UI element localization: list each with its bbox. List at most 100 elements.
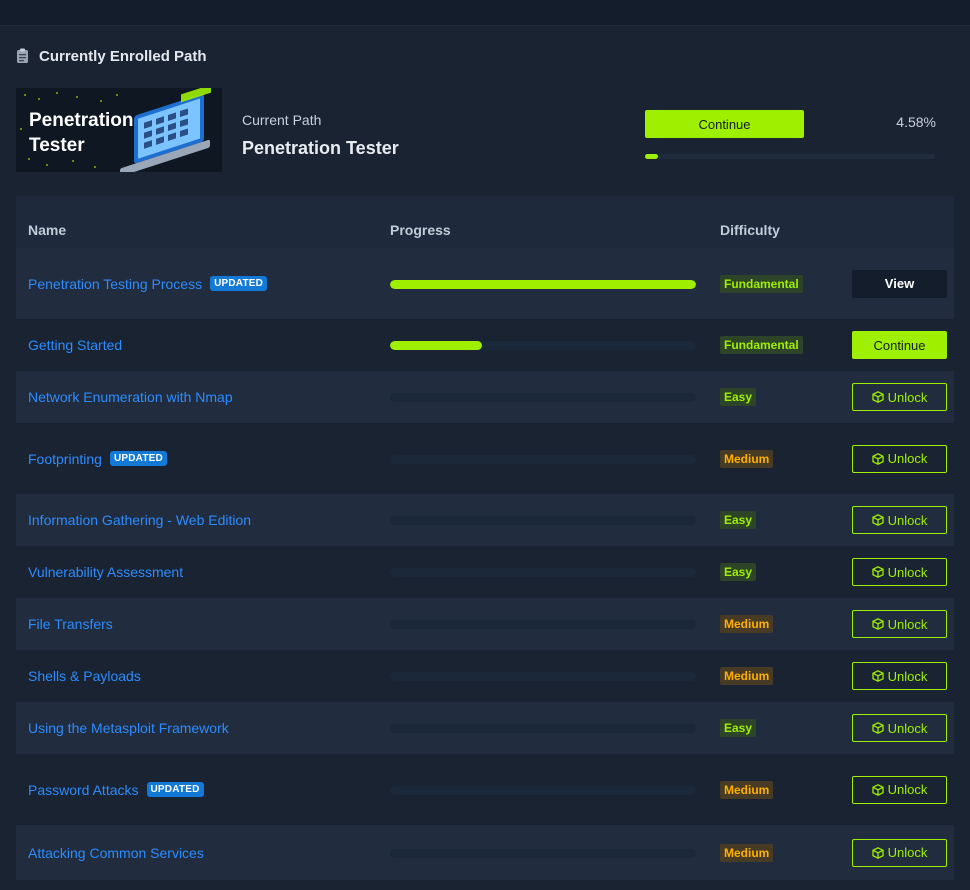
action-label: Unlock: [887, 720, 928, 736]
path-progress-percent: 4.58%: [896, 114, 936, 130]
table-row: Network Enumeration with Nmap Easy Unlock: [16, 371, 954, 423]
module-link[interactable]: Getting Started: [28, 337, 122, 353]
view-button[interactable]: View: [852, 269, 947, 298]
module-name-cell: Footprinting UPDATED: [28, 451, 167, 467]
module-progress-fill: [390, 279, 696, 289]
action-label: Unlock: [887, 782, 928, 797]
module-progress-bar: [390, 672, 696, 681]
difficulty-badge: Medium: [720, 615, 774, 633]
module-progress-bar: [390, 279, 696, 289]
difficulty-badge: Medium: [720, 780, 774, 799]
module-name-cell: Information Gathering - Web Edition: [28, 512, 251, 528]
action-label: Unlock: [887, 616, 928, 632]
unlock-button[interactable]: Unlock: [852, 610, 947, 638]
action-label: Continue: [873, 337, 926, 353]
module-name-cell: Using the Metasploit Framework: [28, 720, 229, 736]
continue-button[interactable]: Continue: [852, 331, 947, 359]
module-link[interactable]: Network Enumeration with Nmap: [28, 389, 233, 405]
difficulty-badge: Medium: [720, 667, 774, 685]
cube-icon: [871, 452, 884, 465]
module-name-cell: File Transfers: [28, 616, 113, 632]
cube-icon: [871, 566, 884, 578]
module-progress-bar: [390, 848, 696, 858]
cube-icon: [871, 722, 884, 734]
header-difficulty: Difficulty: [720, 222, 780, 238]
module-progress-fill: [390, 341, 482, 350]
section-title: Currently Enrolled Path: [39, 47, 207, 65]
cube-icon: [871, 783, 884, 796]
header-progress: Progress: [390, 222, 451, 238]
module-name-cell: Attacking Common Services: [28, 845, 204, 861]
table-row: Footprinting UPDATED Medium Unlock: [16, 423, 954, 494]
module-link[interactable]: Using the Metasploit Framework: [28, 720, 229, 736]
table-row: Password Attacks UPDATED Medium Unlock: [16, 754, 954, 825]
module-link[interactable]: Penetration Testing Process: [28, 276, 202, 292]
table-row: Information Gathering - Web Edition Easy U…: [16, 494, 954, 546]
action-label: Unlock: [887, 668, 928, 684]
cube-icon: [871, 846, 884, 859]
cube-icon: [871, 514, 884, 526]
module-link[interactable]: Information Gathering - Web Edition: [28, 512, 251, 528]
continue-path-button[interactable]: Continue: [645, 110, 804, 138]
action-label: View: [884, 276, 915, 291]
cube-icon: [871, 846, 884, 859]
difficulty-badge: Easy: [720, 511, 757, 529]
module-progress-bar: [390, 620, 696, 629]
module-name-cell: Shells & Payloads: [28, 668, 141, 684]
cube-icon: [871, 618, 884, 630]
module-link[interactable]: Password Attacks: [28, 782, 139, 798]
updated-badge: UPDATED: [146, 782, 204, 797]
module-progress-bar: [390, 341, 696, 350]
path-progress-fill: [645, 154, 659, 159]
table-row: Penetration Testing Process UPDATED Fundam…: [16, 248, 954, 319]
difficulty-badge: Easy: [720, 563, 757, 581]
updated-badge: UPDATED: [210, 276, 268, 291]
action-label: Unlock: [887, 564, 928, 580]
table-row: Shells & Payloads Medium Unlock: [16, 650, 954, 702]
module-name-cell: Network Enumeration with Nmap: [28, 389, 233, 405]
module-link[interactable]: Shells & Payloads: [28, 668, 141, 684]
module-link[interactable]: Vulnerability Assessment: [28, 564, 183, 580]
module-name-cell: Vulnerability Assessment: [28, 564, 183, 580]
table-header: Name Progress Difficulty: [16, 196, 954, 248]
difficulty-badge: Fundamental: [720, 336, 803, 354]
clipboard-icon: [16, 48, 29, 64]
current-path-label: Current Path: [242, 112, 322, 128]
current-path-name: Penetration Tester: [242, 138, 399, 158]
action-label: Unlock: [887, 389, 928, 405]
module-progress-bar: [390, 393, 696, 402]
table-row: Vulnerability Assessment Easy Unlock: [16, 546, 954, 598]
cube-icon: [871, 566, 884, 578]
unlock-button[interactable]: Unlock: [852, 558, 947, 586]
module-name-cell: Penetration Testing Process UPDATED: [28, 276, 268, 292]
module-link[interactable]: Footprinting: [28, 451, 102, 467]
module-progress-bar: [390, 454, 696, 464]
path-banner-image[interactable]: Penetration Tester: [16, 88, 222, 172]
module-link[interactable]: Attacking Common Services: [28, 845, 204, 861]
module-progress-bar: [390, 724, 696, 733]
difficulty-badge: Medium: [720, 449, 774, 468]
cube-icon: [871, 391, 884, 403]
cube-icon: [871, 391, 884, 403]
unlock-button[interactable]: Unlock: [852, 662, 947, 690]
table-row: Using the Metasploit Framework Easy Unlock: [16, 702, 954, 754]
header-name: Name: [28, 222, 67, 238]
cube-icon: [871, 722, 884, 734]
unlock-button[interactable]: Unlock: [852, 714, 947, 742]
unlock-button[interactable]: Unlock: [852, 838, 947, 867]
module-name-cell: Getting Started: [28, 337, 122, 353]
module-progress-bar: [390, 568, 696, 577]
path-progress-bar: [645, 154, 935, 159]
table-row: Attacking Common Services Medium Unlock: [16, 825, 954, 880]
table-row: File Transfers Medium Unlock: [16, 598, 954, 650]
unlock-button[interactable]: Unlock: [852, 775, 947, 804]
unlock-button[interactable]: Unlock: [852, 444, 947, 473]
cube-icon: [871, 783, 884, 796]
section-header: Currently Enrolled Path: [16, 46, 207, 66]
cube-icon: [871, 452, 884, 465]
updated-badge: UPDATED: [109, 451, 167, 466]
module-link[interactable]: File Transfers: [28, 616, 113, 632]
unlock-button[interactable]: Unlock: [852, 383, 947, 411]
banner-title: Penetration Tester: [29, 110, 134, 156]
unlock-button[interactable]: Unlock: [852, 506, 947, 534]
